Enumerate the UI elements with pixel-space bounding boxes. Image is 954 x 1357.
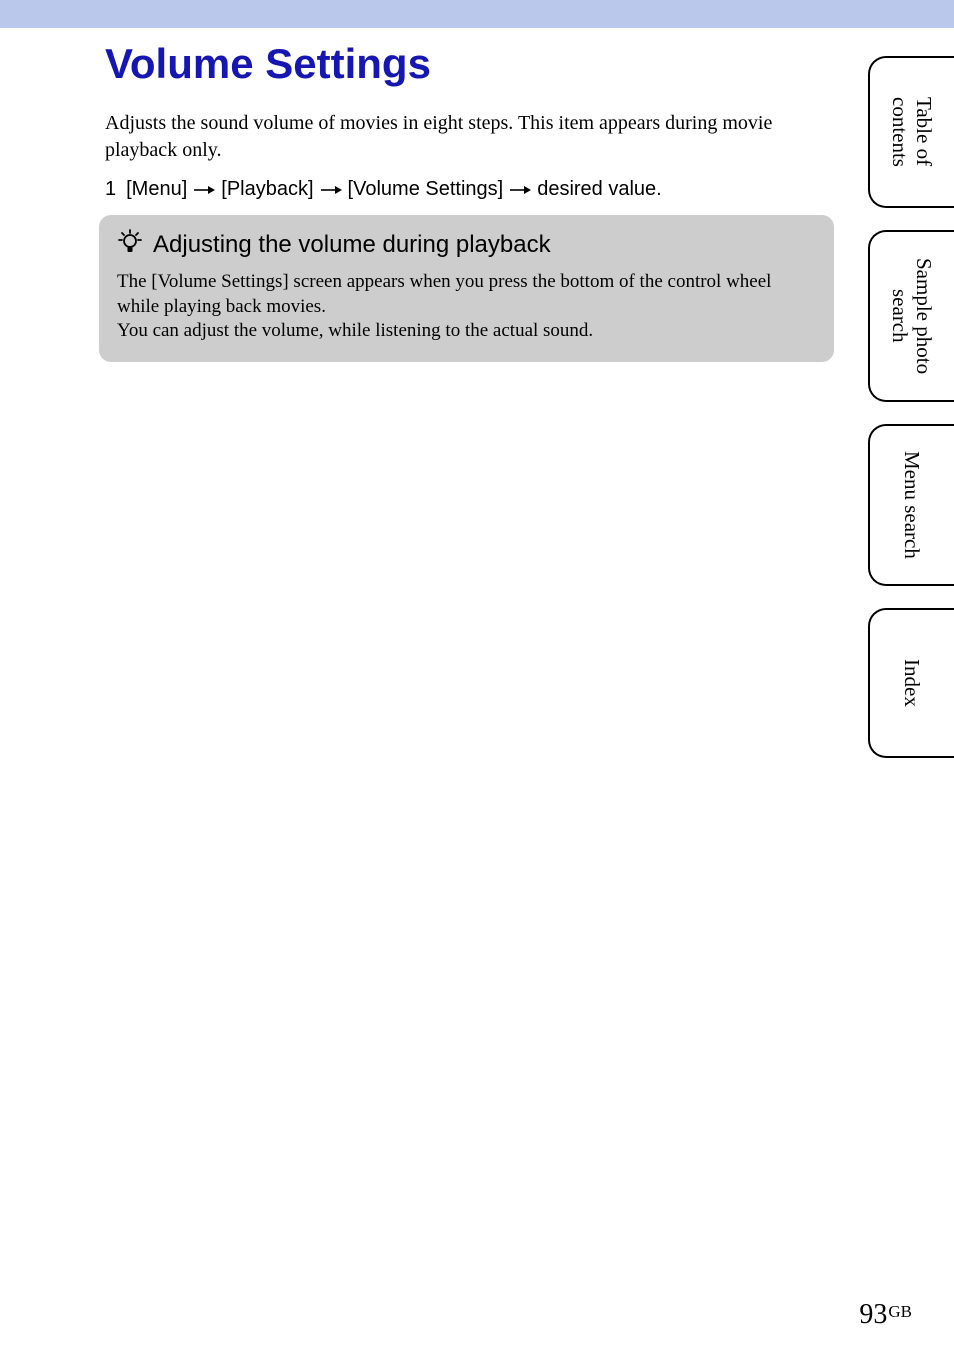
- tip-body: The [Volume Settings] screen appears whe…: [117, 270, 816, 344]
- page-number-suffix: GB: [888, 1302, 912, 1321]
- tab-label: Table ofcontents: [888, 81, 936, 183]
- tab-label: Sample photosearch: [888, 242, 936, 390]
- page-title: Volume Settings: [105, 40, 830, 88]
- main-content: Volume Settings Adjusts the sound volume…: [105, 40, 830, 362]
- tab-sample-photo-search[interactable]: Sample photosearch: [868, 230, 954, 402]
- side-tabs: Table ofcontents Sample photosearch Menu…: [868, 56, 954, 758]
- step-part-playback: [Playback]: [221, 178, 313, 201]
- hint-bulb-icon: [117, 229, 143, 260]
- tip-header: Adjusting the volume during playback: [117, 229, 816, 260]
- tip-title: Adjusting the volume during playback: [153, 231, 551, 259]
- tab-table-of-contents[interactable]: Table ofcontents: [868, 56, 954, 208]
- tab-label: Index: [900, 643, 924, 723]
- step-instruction: 1 [Menu] [Playback] [Volume Settings] de…: [105, 178, 830, 201]
- tab-index[interactable]: Index: [868, 608, 954, 758]
- step-part-menu: [Menu]: [126, 178, 187, 201]
- arrow-right-icon: [318, 185, 344, 195]
- tip-body-line-2: You can adjust the volume, while listeni…: [117, 319, 816, 344]
- tip-body-line-1: The [Volume Settings] screen appears whe…: [117, 270, 816, 319]
- header-bar: [0, 0, 954, 28]
- tab-label: Menu search: [900, 435, 924, 575]
- arrow-right-icon: [191, 185, 217, 195]
- step-part-desired-value: desired value.: [537, 178, 662, 201]
- step-number: 1: [105, 178, 116, 201]
- step-part-volume-settings: [Volume Settings]: [348, 178, 504, 201]
- tip-callout: Adjusting the volume during playback The…: [99, 215, 834, 362]
- tab-menu-search[interactable]: Menu search: [868, 424, 954, 586]
- intro-paragraph: Adjusts the sound volume of movies in ei…: [105, 110, 830, 164]
- page-number-value: 93: [859, 1299, 887, 1330]
- page-number: 93GB: [859, 1299, 912, 1331]
- arrow-right-icon: [507, 185, 533, 195]
